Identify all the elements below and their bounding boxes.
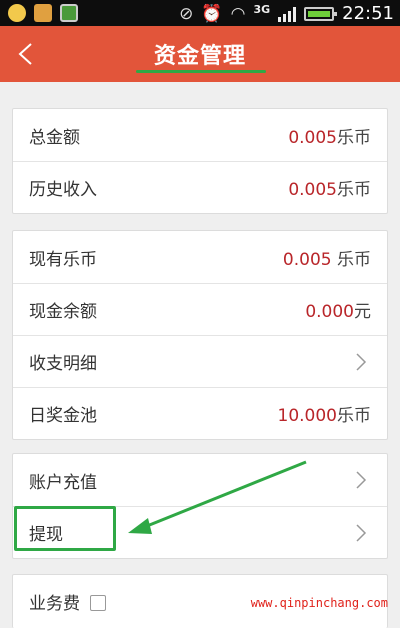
row-value: 0.005乐币	[288, 175, 371, 200]
row-value: 0.000元	[305, 297, 371, 322]
battery-icon	[304, 6, 338, 21]
row-current-coins: 现有乐币 0.005 乐币	[13, 231, 387, 283]
summary-card: 总金额 0.005乐币 历史收入 0.005乐币	[12, 108, 388, 214]
annotation-underline	[136, 70, 266, 73]
row-label: 现金余额	[29, 302, 97, 322]
row-label: 总金额	[29, 127, 80, 148]
chevron-right-icon	[356, 524, 367, 542]
chevron-right-icon	[356, 353, 367, 371]
network-type: 3G	[253, 3, 271, 16]
row-label: 现有乐币	[29, 249, 97, 270]
unit: 乐币	[337, 127, 371, 148]
clock: 22:51	[342, 3, 394, 24]
row-label: 账户充值	[29, 472, 97, 493]
alarm-icon: ⏰	[201, 3, 223, 24]
gallery-icon	[60, 4, 78, 22]
unit: 乐币	[337, 406, 371, 426]
row-history-income: 历史收入 0.005乐币	[13, 161, 387, 213]
row-cash-balance: 现金余额 0.000元	[13, 283, 387, 335]
row-label: 历史收入	[29, 180, 97, 200]
unit: 乐币	[337, 180, 371, 200]
row-value: 10.000乐币	[278, 401, 371, 426]
watermark: www.qinpinchang.com	[250, 596, 388, 610]
amount: 0.005	[288, 180, 337, 200]
row-transaction-details[interactable]: 收支明细	[13, 335, 387, 387]
row-label: 日奖金池	[29, 406, 97, 426]
mute-icon: ⊘	[179, 3, 194, 24]
row-withdraw[interactable]: 提现	[13, 506, 387, 558]
unit: 乐币	[331, 249, 371, 270]
info-icon[interactable]	[90, 595, 106, 611]
amount: 0.005	[288, 127, 337, 148]
amount: 10.000	[277, 406, 337, 426]
wifi-icon: ◠	[230, 3, 246, 24]
chevron-right-icon	[356, 471, 367, 489]
row-total-amount: 总金额 0.005乐币	[13, 109, 387, 161]
status-bar: ⊘ ⏰ ◠ 3G 22:51	[0, 0, 400, 26]
launcher-icon	[8, 4, 26, 22]
row-daily-prize-pool: 日奖金池 10.000乐币	[13, 387, 387, 439]
balance-card: 现有乐币 0.005 乐币 现金余额 0.000元 收支明细 日奖金池 10.0…	[12, 230, 388, 440]
amount: 0.000	[305, 302, 354, 322]
row-label: 业务费	[29, 593, 80, 614]
chat-icon	[34, 4, 52, 22]
unit: 元	[354, 302, 371, 322]
amount: 0.005	[282, 249, 332, 270]
row-label: 提现	[29, 525, 63, 545]
signal-icon	[278, 6, 297, 22]
row-label: 收支明细	[29, 354, 97, 374]
row-value: 0.005 乐币	[283, 245, 371, 270]
page-title: 资金管理	[153, 44, 246, 69]
actions-card: 账户充值 提现	[12, 453, 388, 559]
row-account-recharge[interactable]: 账户充值	[13, 454, 387, 506]
row-value: 0.005乐币	[288, 123, 371, 148]
title-bar: 资金管理	[0, 26, 400, 82]
